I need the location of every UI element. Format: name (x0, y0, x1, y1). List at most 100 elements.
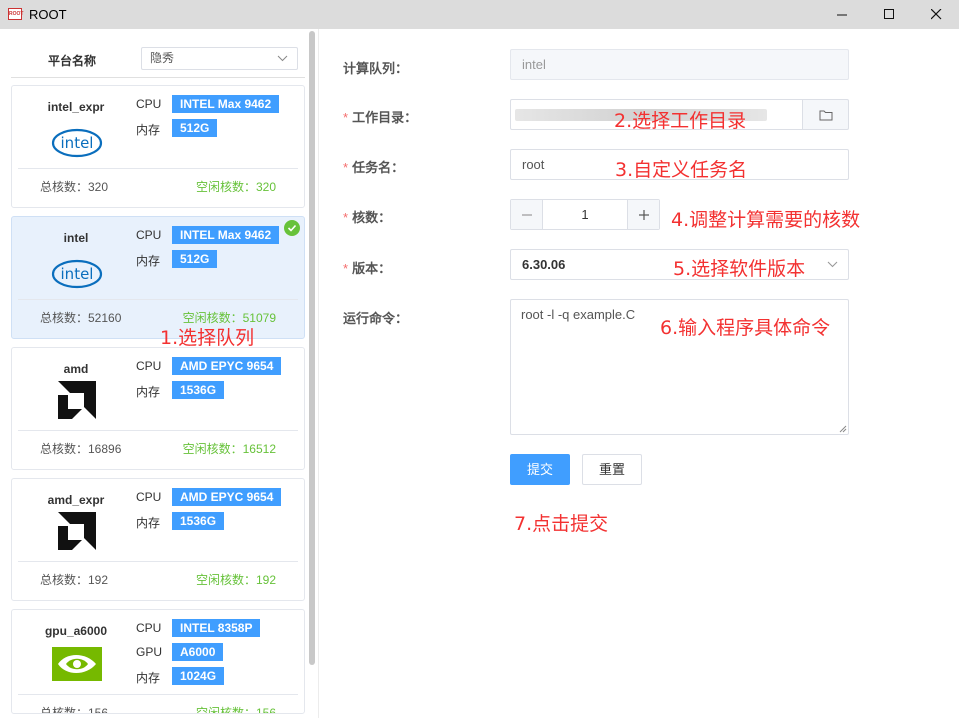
spec-key: CPU (136, 228, 162, 242)
cores-stepper[interactable]: 1 (510, 199, 660, 230)
queue-name: gpu_a6000 (44, 624, 108, 638)
queue-scrollbar[interactable] (309, 31, 315, 665)
spec-key: GPU (136, 645, 163, 659)
title-bar: ROOT ROOT (0, 0, 959, 29)
command-value: root -l -q example.C (521, 307, 636, 322)
spec-key: 内存 (136, 671, 161, 685)
decrement-button[interactable] (511, 200, 543, 229)
spec-badge: 1024G (172, 667, 225, 685)
spec-key: 内存 (136, 123, 161, 137)
annotation-step-6: 6.输入程序具体命令 (660, 317, 831, 339)
queue-name: intel (63, 231, 89, 245)
spec-badge: AMD EPYC 9654 (172, 357, 282, 375)
spec-key: CPU (136, 490, 162, 504)
annotation-step-4: 4.调整计算需要的核数 (671, 209, 861, 231)
annotation-step-3: 3.自定义任务名 (615, 159, 748, 181)
required-mark: * (343, 210, 349, 225)
command-label: 运行命令： (343, 311, 409, 326)
cores-label: * 核数： (343, 210, 392, 225)
spec-badge: 512G (172, 250, 218, 268)
spec-badge: INTEL Max 9462 (172, 95, 280, 113)
taskname-label: * 任务名： (343, 160, 405, 175)
intel-logo-icon: intel (50, 253, 104, 293)
maximize-icon (883, 9, 894, 19)
reset-button[interactable]: 重置 (582, 454, 642, 485)
queue-name: intel_expr (47, 100, 105, 114)
plus-icon (638, 209, 649, 220)
queue-input[interactable]: intel (510, 49, 849, 80)
queue-card-gpu-a6000[interactable]: gpu_a6000 CPU INTEL 8358P GPU A6000 内存 1… (11, 609, 305, 714)
free-cores: 空闲核数：16512 (182, 442, 276, 456)
version-value: 6.30.06 (522, 257, 566, 272)
queue-card-amd[interactable]: amd CPU AMD EPYC 9654 内存 1536G 总核数：16896… (11, 347, 305, 470)
svg-text:intel: intel (61, 265, 94, 283)
total-cores: 总核数：156 (40, 706, 109, 714)
platform-label: 平台名称 (48, 54, 97, 68)
spec-key: 内存 (136, 516, 161, 530)
spec-badge: INTEL 8358P (172, 619, 261, 637)
minimize-button[interactable] (819, 0, 865, 29)
browse-folder-button[interactable] (802, 99, 849, 130)
spec-key: 内存 (136, 385, 161, 399)
card-divider (18, 299, 298, 300)
platform-divider (11, 77, 305, 78)
queue-card-intel-expr[interactable]: intel_expr intel CPU INTEL Max 9462 内存 5… (11, 85, 305, 208)
app-logo-icon: ROOT (8, 8, 23, 20)
spec-badge: 1536G (172, 381, 225, 399)
required-mark: * (343, 110, 349, 125)
queue-name: amd (63, 362, 89, 376)
total-cores: 总核数：320 (40, 180, 109, 194)
svg-text:intel: intel (61, 134, 94, 152)
spec-badge: INTEL Max 9462 (172, 226, 280, 244)
queue-card-amd-expr[interactable]: amd_expr CPU AMD EPYC 9654 内存 1536G 总核数：… (11, 478, 305, 601)
required-mark: * (343, 160, 349, 175)
free-cores: 空闲核数：320 (195, 180, 276, 194)
workdir-label: * 工作目录： (343, 110, 418, 125)
annotation-step-5: 5.选择软件版本 (673, 258, 806, 280)
submit-button[interactable]: 提交 (510, 454, 570, 485)
spec-key: CPU (136, 621, 162, 635)
platform-select-value: 隐秀 (150, 51, 175, 65)
required-mark: * (343, 261, 349, 276)
amd-logo-icon (50, 380, 104, 420)
total-cores: 总核数：192 (40, 573, 109, 587)
folder-icon (819, 110, 832, 120)
annotation-step-2: 2.选择工作目录 (614, 110, 747, 132)
queue-card-intel[interactable]: intel intel CPU INTEL Max 9462 内存 512G 总… (11, 216, 305, 339)
version-label: * 版本： (343, 261, 392, 276)
nvidia-logo-icon (50, 644, 104, 684)
card-divider (18, 430, 298, 431)
resize-handle-icon[interactable] (839, 425, 847, 433)
free-cores: 空闲核数：156 (195, 706, 276, 714)
free-cores: 空闲核数：192 (195, 573, 276, 587)
spec-key: CPU (136, 97, 162, 111)
card-divider (18, 561, 298, 562)
cores-value[interactable]: 1 (543, 200, 627, 229)
spec-key: CPU (136, 359, 162, 373)
window-title: ROOT (29, 7, 67, 22)
spec-badge: AMD EPYC 9654 (172, 488, 282, 506)
total-cores: 总核数：16896 (40, 442, 122, 456)
minimize-icon (836, 14, 847, 16)
card-divider (18, 168, 298, 169)
platform-select[interactable]: 隐秀 (141, 47, 298, 70)
maximize-button[interactable] (866, 0, 912, 29)
queue-name: amd_expr (47, 493, 105, 507)
minus-icon (521, 213, 532, 216)
total-cores: 总核数：52160 (40, 311, 122, 325)
close-button[interactable] (913, 0, 959, 29)
selected-check-icon (284, 220, 300, 236)
chevron-down-icon (277, 55, 288, 62)
amd-logo-icon (50, 511, 104, 551)
spec-key: 内存 (136, 254, 161, 268)
spec-badge: A6000 (172, 643, 224, 661)
card-divider (18, 694, 298, 695)
intel-logo-icon: intel (50, 122, 104, 162)
close-icon (930, 9, 941, 20)
chevron-down-icon (827, 261, 838, 268)
spec-badge: 512G (172, 119, 218, 137)
increment-button[interactable] (627, 200, 659, 229)
annotation-step-7: 7.点击提交 (514, 513, 609, 535)
annotation-step-1: 1.选择队列 (160, 327, 255, 349)
queue-label: 计算队列： (343, 61, 409, 76)
